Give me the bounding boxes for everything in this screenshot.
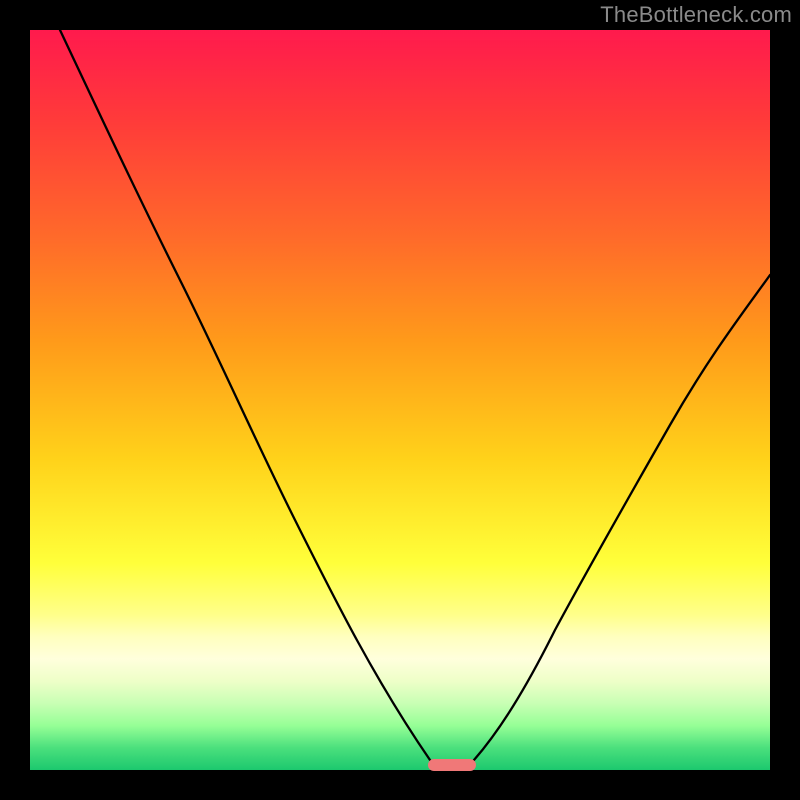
plot-area: [30, 30, 770, 770]
curve-left: [60, 30, 430, 760]
curve-right: [474, 275, 770, 760]
watermark-text: TheBottleneck.com: [600, 2, 792, 28]
optimal-marker: [428, 759, 476, 771]
bottleneck-curve: [30, 30, 770, 770]
chart-frame: TheBottleneck.com: [0, 0, 800, 800]
